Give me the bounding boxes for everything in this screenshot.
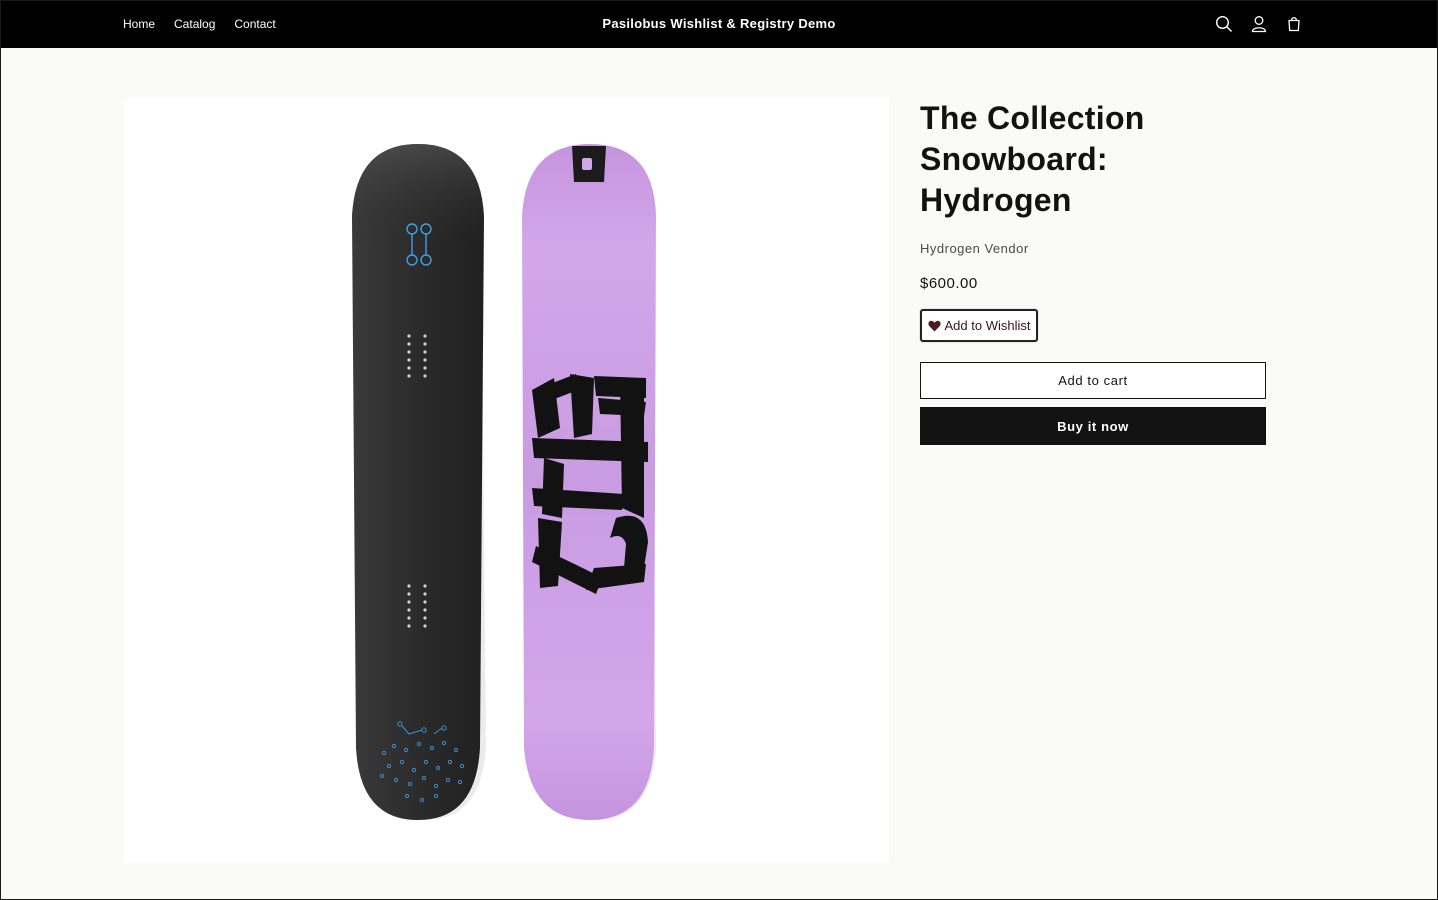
buy-now-button[interactable]: Buy it now [920, 407, 1266, 445]
cart-icon[interactable] [1282, 12, 1306, 36]
nav-link-catalog[interactable]: Catalog [174, 17, 215, 31]
heart-icon [927, 320, 941, 332]
nav-link-contact[interactable]: Contact [234, 17, 275, 31]
main-nav: Home Catalog Contact [123, 0, 295, 48]
site-header: Home Catalog Contact Pasilobus Wishlist … [0, 0, 1438, 48]
product-price: $600.00 [920, 275, 978, 292]
product-info: The Collection Snowboard: Hydrogen Hydro… [920, 98, 1267, 445]
add-to-wishlist-button[interactable]: Add to Wishlist [920, 309, 1038, 342]
product-title: The Collection Snowboard: Hydrogen [920, 100, 1145, 218]
product-image [352, 144, 656, 820]
nav-link-home[interactable]: Home [123, 17, 155, 31]
wishlist-label: Add to Wishlist [944, 318, 1031, 333]
search-icon[interactable] [1212, 12, 1236, 36]
product-vendor: Hydrogen Vendor [920, 241, 1029, 256]
add-to-cart-button[interactable]: Add to cart [920, 362, 1266, 399]
header-icons [1212, 12, 1317, 36]
account-icon[interactable] [1247, 12, 1271, 36]
product-media[interactable] [124, 98, 889, 863]
